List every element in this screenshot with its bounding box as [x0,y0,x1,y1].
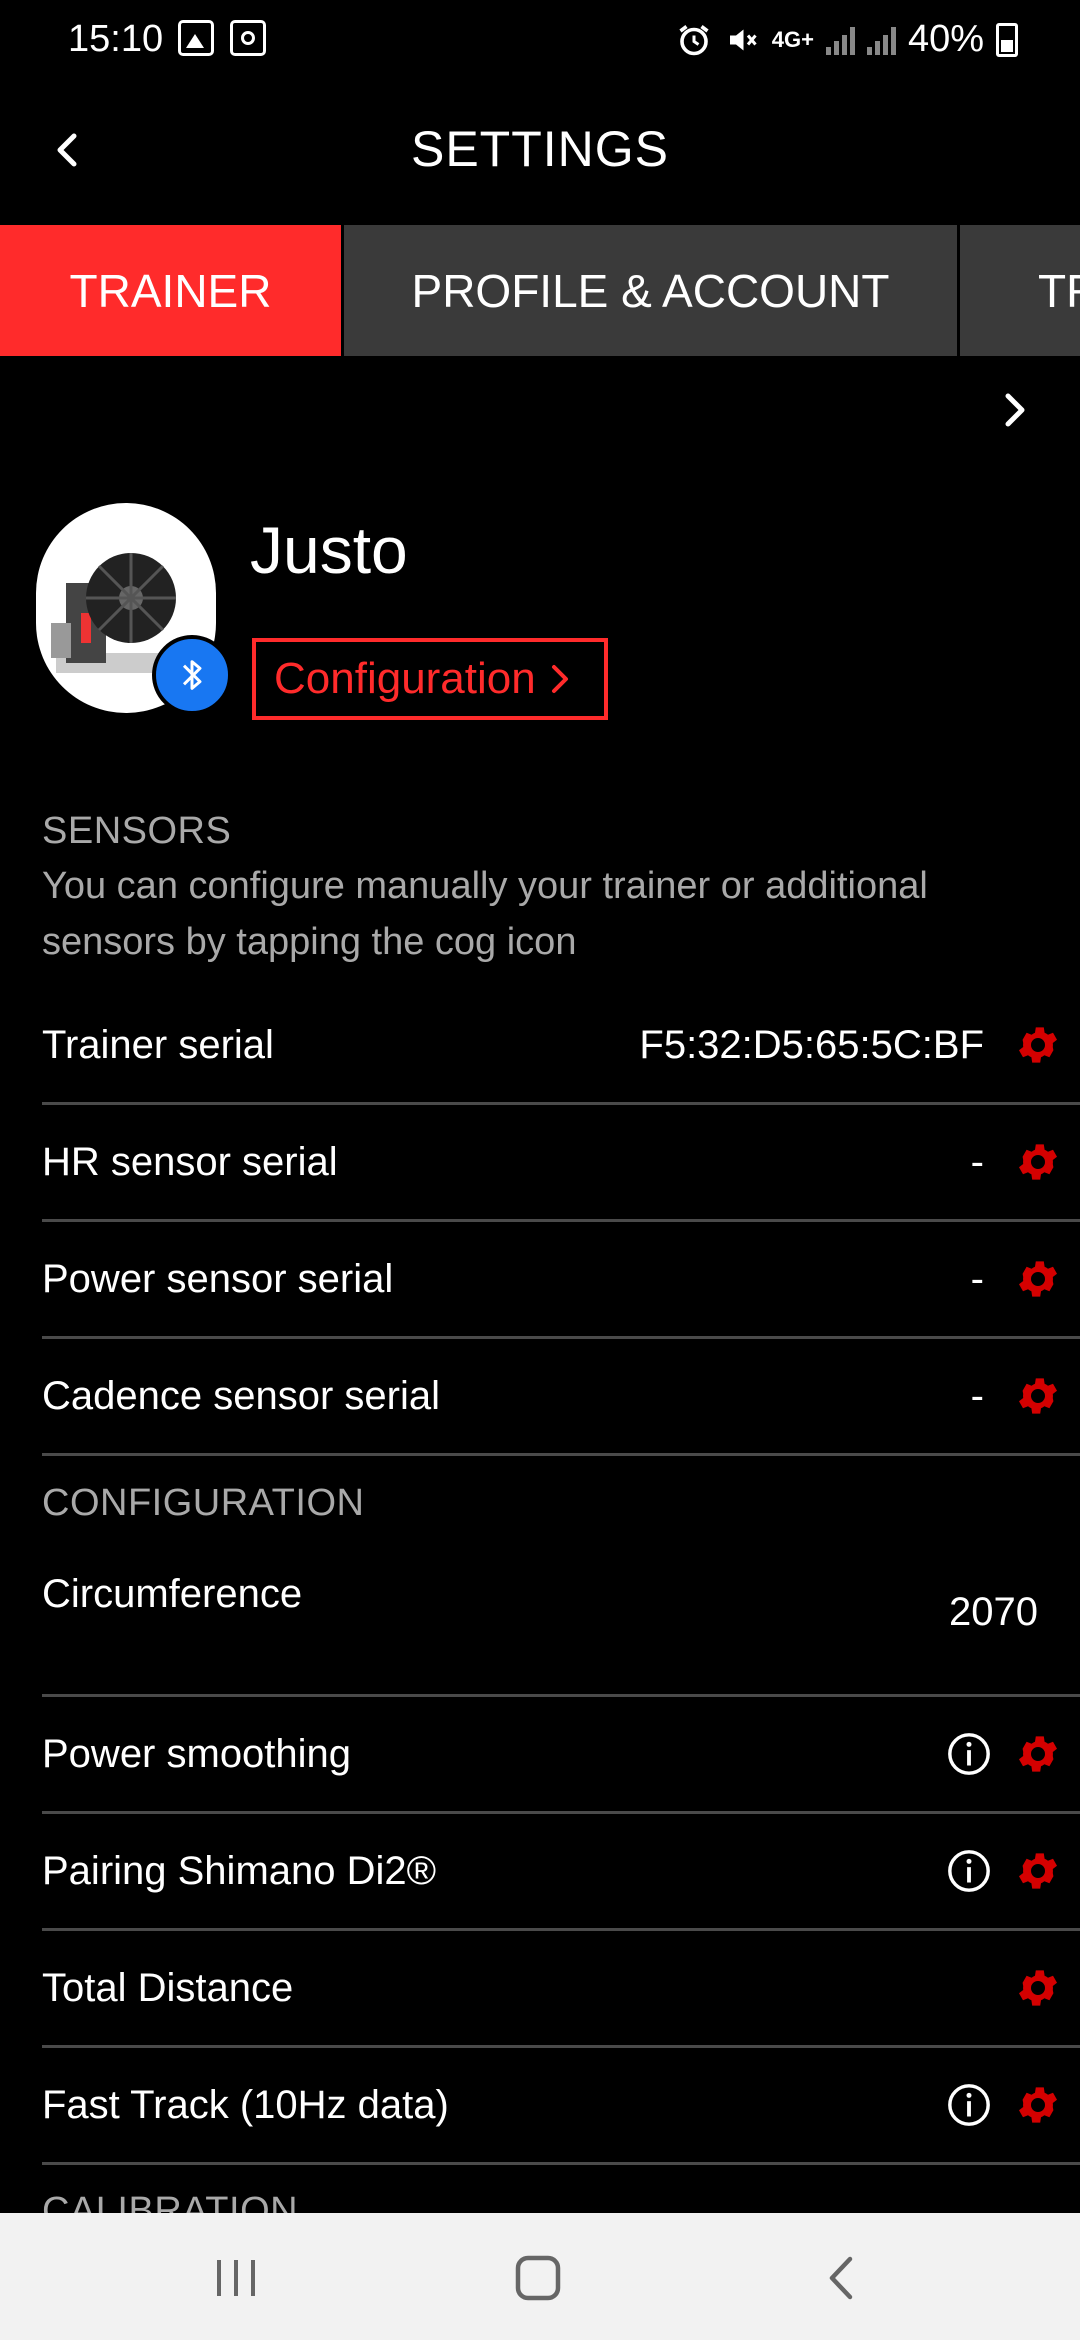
chevron-left-icon [57,133,77,167]
mute-icon [729,29,757,50]
config-row-total-distance: Total Distance [42,1931,1080,2048]
device-name: Justo [250,513,408,587]
chevron-right-icon [551,665,568,693]
configuration-button[interactable]: Configuration [252,638,608,720]
back-button[interactable] [40,120,100,180]
status-notification-icons [178,20,266,56]
app-notification-icon [230,20,266,56]
home-icon [515,2255,561,2301]
gear-icon[interactable] [1014,1964,1062,2012]
gear-icon[interactable] [1014,1730,1062,1778]
info-icon[interactable] [946,1848,992,1894]
status-time: 15:10 [68,18,164,60]
alarm-icon [679,24,709,55]
row-label: Pairing Shimano Di2® [42,1848,437,1893]
row-value: - [970,1256,984,1301]
row-label: Power smoothing [42,1731,352,1776]
info-icon[interactable] [946,2082,992,2128]
signal-icon [825,25,855,55]
config-row-circumference[interactable]: Circumference 2070 [42,1542,1080,1697]
sensor-row-cadence-serial: Cadence sensor serial - [42,1339,1080,1456]
configuration-label: Configuration [274,654,536,703]
row-value: - [970,1373,984,1418]
bluetooth-badge [152,635,232,715]
sensor-row-trainer-serial: Trainer serial F5:32:D5:65:5C:BF [42,988,1080,1105]
tab-trainer[interactable]: TRAINER [0,225,341,356]
battery-icon [996,22,1018,57]
home-button[interactable] [498,2243,578,2313]
gear-icon[interactable] [1014,1255,1062,1303]
tabs-scroll-right-button[interactable] [990,380,1040,440]
row-label: Power sensor serial [42,1256,394,1301]
gear-icon[interactable] [1014,1021,1062,1069]
network-type: 4G+ [771,26,814,52]
row-value: F5:32:D5:65:5C:BF [639,1022,984,1067]
sensors-description: You can configure manually your trainer … [42,865,928,963]
recent-apps-icon [217,2260,255,2296]
tab-truncated[interactable]: TR [960,225,1080,356]
recent-apps-button[interactable] [196,2243,276,2313]
gear-icon[interactable] [1014,2081,1062,2129]
row-label: Cadence sensor serial [42,1373,440,1418]
tab-profile-account[interactable]: PROFILE & ACCOUNT [344,225,957,356]
battery-percent: 40% [907,18,984,60]
bluetooth-icon [182,660,202,690]
config-row-power-smoothing: Power smoothing [42,1697,1080,1814]
row-label: Circumference [42,1572,303,1616]
gear-icon[interactable] [1014,1847,1062,1895]
sensors-section-title: SENSORS [42,810,232,852]
system-navigation-bar [0,2213,1080,2340]
config-row-pairing-di2: Pairing Shimano Di2® [42,1814,1080,1931]
chevron-right-icon [1005,393,1025,427]
system-back-button[interactable] [802,2243,882,2313]
page-title: SETTINGS [410,121,670,177]
back-icon [829,2256,853,2300]
circumference-value[interactable]: 2070 [949,1542,1038,1635]
info-icon[interactable] [946,1731,992,1777]
gear-icon[interactable] [1014,1138,1062,1186]
row-label: Total Distance [42,1965,294,2010]
row-label: Fast Track (10Hz data) [42,2082,449,2127]
row-label: HR sensor serial [42,1139,338,1184]
settings-tabs: TRAINER PROFILE & ACCOUNT TR [0,225,1080,356]
row-label: Trainer serial [42,1022,274,1067]
sensor-row-power-serial: Power sensor serial - [42,1222,1080,1339]
gallery-notification-icon [178,20,214,56]
row-value: - [970,1139,984,1184]
status-right-icons: 4G+ 40% [676,18,1018,61]
configuration-section-title: CONFIGURATION [42,1482,365,1524]
sensor-row-hr-serial: HR sensor serial - [42,1105,1080,1222]
signal-icon-2 [866,25,896,55]
config-row-fast-track: Fast Track (10Hz data) [42,2048,1080,2165]
gear-icon[interactable] [1014,1372,1062,1420]
